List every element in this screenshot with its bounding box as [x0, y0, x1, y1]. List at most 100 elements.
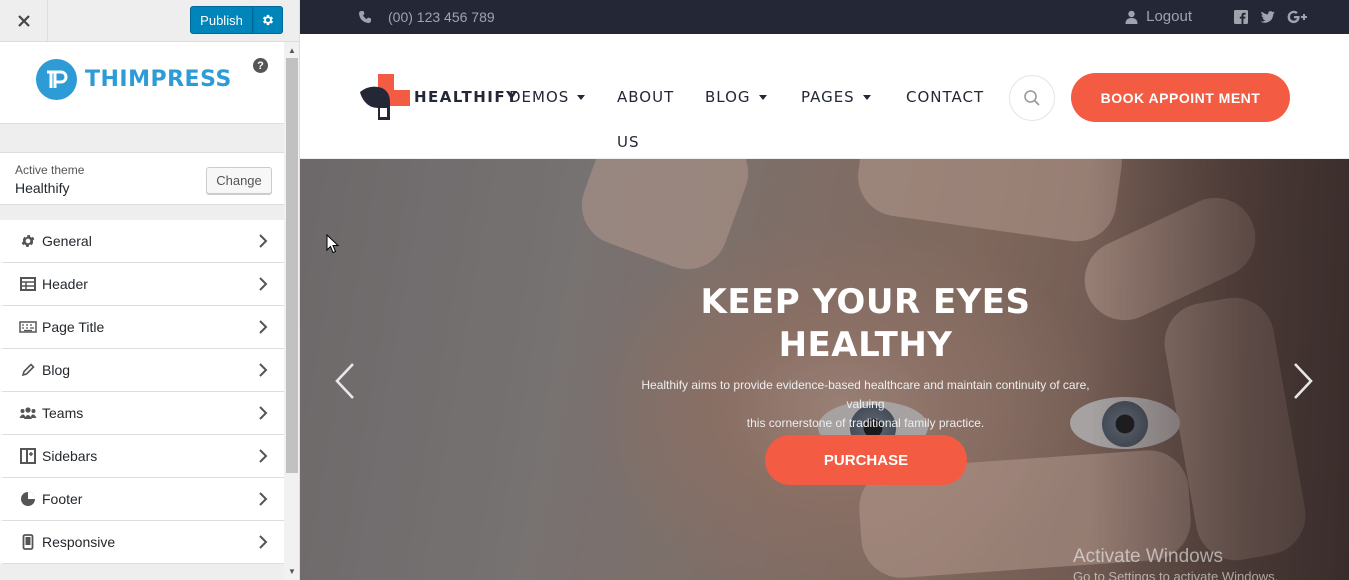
- section-label: Sidebars: [42, 448, 98, 464]
- pencil-icon: [18, 363, 38, 377]
- nav-contact-us-wrap[interactable]: US: [617, 133, 640, 151]
- hero-title: KEEP YOUR EYES HEALTHY: [300, 281, 1349, 367]
- book-appointment-button[interactable]: BOOK APPOINT MENT: [1071, 73, 1290, 122]
- site-topbar: (00) 123 456 789 Logout: [300, 0, 1349, 34]
- gear-icon: [18, 233, 38, 249]
- mobile-icon: [18, 534, 38, 550]
- section-label: Responsive: [42, 534, 116, 550]
- chevron-right-icon: [259, 277, 268, 291]
- scrollbar-thumb[interactable]: [286, 58, 298, 473]
- hero-content: KEEP YOUR EYES HEALTHY Healthify aims to…: [300, 159, 1349, 580]
- facebook-icon[interactable]: [1234, 9, 1248, 24]
- slider-next-arrow-icon[interactable]: [1292, 362, 1314, 400]
- hero-title-line: HEALTHY: [778, 325, 953, 365]
- thimpress-mark-icon: [36, 59, 77, 100]
- twitter-icon[interactable]: [1260, 10, 1275, 23]
- sidebar-scrollbar[interactable]: ▲ ▼: [284, 42, 299, 580]
- hero-title-line: KEEP YOUR EYES: [700, 282, 1031, 322]
- google-plus-icon[interactable]: [1287, 10, 1309, 24]
- customizer-sidebar: Publish THIMPRESS ? Active theme Healthi…: [0, 0, 300, 580]
- theme-logo-panel: THIMPRESS ?: [0, 42, 284, 124]
- healthify-mark-icon: [360, 74, 410, 120]
- caret-down-icon: [577, 94, 586, 100]
- mouse-cursor-icon: [326, 234, 340, 254]
- phone-icon: [359, 11, 371, 23]
- publish-button[interactable]: Publish: [190, 6, 253, 34]
- section-label: General: [42, 233, 92, 249]
- section-general[interactable]: General: [0, 220, 284, 263]
- hero-subtitle-line: Healthify aims to provide evidence-based…: [641, 378, 1090, 411]
- section-label: Header: [42, 276, 88, 292]
- users-icon: [18, 406, 38, 420]
- active-theme-name: Healthify: [15, 180, 70, 196]
- section-sidebars[interactable]: Sidebars: [0, 435, 284, 478]
- healthify-logo[interactable]: HEALTHIFY: [360, 74, 518, 120]
- chevron-right-icon: [259, 492, 268, 506]
- section-responsive[interactable]: Responsive: [0, 521, 284, 564]
- scroll-down-arrow-icon[interactable]: ▼: [288, 567, 296, 576]
- chevron-right-icon: [259, 449, 268, 463]
- table-icon: [18, 277, 38, 291]
- thimpress-logo: THIMPRESS: [36, 59, 232, 100]
- gear-icon: [262, 14, 274, 26]
- hero-slider: KEEP YOUR EYES HEALTHY Healthify aims to…: [300, 159, 1349, 580]
- search-button[interactable]: [1009, 75, 1055, 121]
- chevron-right-icon: [259, 363, 268, 377]
- section-label: Teams: [42, 405, 84, 421]
- search-icon: [1024, 90, 1040, 106]
- footer-icon: [18, 491, 38, 507]
- customizer-sections: General Header Page Title Blog Teams Sid…: [0, 220, 284, 564]
- section-label: Footer: [42, 491, 83, 507]
- nav-label: BLOG: [705, 88, 751, 106]
- chevron-right-icon: [259, 406, 268, 420]
- nav-pages[interactable]: PAGES: [801, 88, 871, 106]
- nav-demos[interactable]: DEMOS: [509, 88, 586, 106]
- nav-label: DEMOS: [509, 88, 570, 106]
- purchase-button[interactable]: PURCHASE: [765, 435, 967, 485]
- user-icon: [1125, 10, 1138, 24]
- sidebars-icon: [18, 448, 38, 464]
- chevron-right-icon: [259, 535, 268, 549]
- nav-label: ABOUT: [617, 88, 675, 106]
- windows-activation-watermark: Activate Windows Go to Settings to activ…: [1073, 546, 1278, 580]
- active-theme-panel: Active theme Healthify Change: [0, 152, 284, 205]
- close-icon: [17, 14, 30, 27]
- topbar-phone: (00) 123 456 789: [358, 9, 495, 25]
- section-label: Page Title: [42, 319, 105, 335]
- brand-name: HEALTHIFY: [414, 88, 519, 106]
- keyboard-icon: [18, 321, 38, 333]
- logout-link[interactable]: Logout: [1146, 8, 1192, 25]
- section-label: Blog: [42, 362, 71, 378]
- change-theme-button[interactable]: Change: [206, 167, 272, 194]
- hero-subtitle: Healthify aims to provide evidence-based…: [629, 376, 1102, 433]
- nav-about-us[interactable]: ABOUT: [617, 88, 674, 106]
- section-header[interactable]: Header: [0, 263, 284, 306]
- section-footer[interactable]: Footer: [0, 478, 284, 521]
- customizer-window: Publish THIMPRESS ? Active theme Healthi…: [0, 0, 1349, 580]
- customizer-panel: THIMPRESS ? Active theme Healthify Chang…: [0, 42, 284, 580]
- chevron-right-icon: [259, 234, 268, 248]
- nav-blog[interactable]: BLOG: [705, 88, 767, 106]
- chevron-right-icon: [259, 320, 268, 334]
- slider-prev-arrow-icon[interactable]: [334, 362, 356, 400]
- hero-subtitle-line: this cornerstone of traditional family p…: [746, 416, 985, 430]
- nav-contact-us[interactable]: CONTACT: [906, 88, 984, 106]
- active-theme-label: Active theme: [15, 163, 85, 177]
- nav-label: PAGES: [801, 88, 855, 106]
- caret-down-icon: [862, 94, 871, 100]
- publish-group: Publish: [190, 6, 283, 34]
- watermark-subtitle: Go to Settings to activate Windows.: [1073, 569, 1279, 580]
- close-customizer-button[interactable]: [0, 0, 48, 41]
- customizer-header: Publish: [0, 0, 299, 42]
- topbar-right: Logout: [1125, 8, 1309, 25]
- help-icon[interactable]: ?: [253, 58, 268, 73]
- publish-settings-button[interactable]: [253, 6, 283, 34]
- scroll-up-arrow-icon[interactable]: ▲: [288, 46, 296, 55]
- caret-down-icon: [758, 94, 767, 100]
- section-teams[interactable]: Teams: [0, 392, 284, 435]
- thimpress-logo-text: THIMPRESS: [85, 67, 232, 92]
- nav-label: US: [617, 133, 640, 151]
- nav-label: CONTACT: [906, 88, 985, 106]
- section-page-title[interactable]: Page Title: [0, 306, 284, 349]
- section-blog[interactable]: Blog: [0, 349, 284, 392]
